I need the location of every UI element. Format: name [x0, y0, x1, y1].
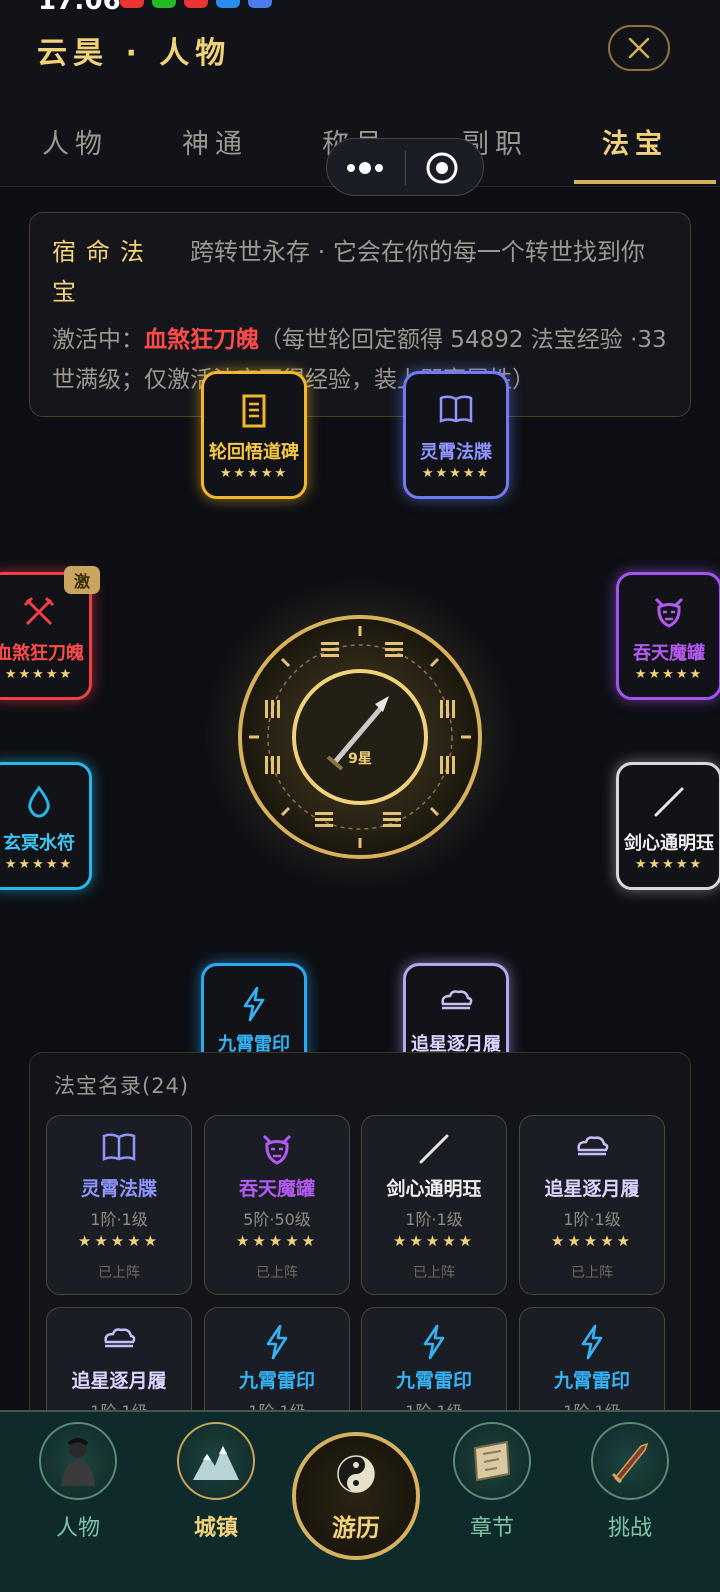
ring-card-name: 血煞狂刀魄 — [0, 643, 84, 664]
ring-card-stars: ★★★★★ — [634, 857, 704, 872]
catalog-item-name: 九霄雷印 — [553, 1370, 630, 1392]
nav-journey-label: 游历 — [332, 1514, 380, 1542]
ring-card-name: 玄冥水符 — [3, 833, 75, 854]
nav-label: 章节 — [469, 1516, 514, 1541]
fate-treasure-label: 宿命法宝 — [52, 238, 154, 306]
status-time: 17:06 — [38, 0, 121, 14]
ring-card-name: 灵霄法牒 — [420, 442, 492, 463]
catalog-item-stars: ★★★★★ — [235, 1232, 319, 1250]
ring-card-stars: ★★★★★ — [421, 466, 491, 481]
catalog-item[interactable]: 追星逐月履 1阶·1级 ★★★★★ 已上阵 — [519, 1115, 665, 1295]
ring-card-name: 轮回悟道碑 — [209, 442, 299, 463]
status-bar: 17:06 — [0, 0, 720, 14]
ring-card-name: 吞天魔罐 — [633, 643, 705, 664]
ring-card-name: 剑心通明珏 — [624, 833, 714, 854]
stele-icon — [242, 394, 266, 428]
catalog-item-name: 九霄雷印 — [395, 1370, 472, 1392]
catalog-item-name: 追星逐月履 — [544, 1178, 640, 1200]
town-mountain-icon — [193, 1446, 239, 1480]
ring-card-tuntian[interactable]: 吞天魔罐 ★★★★★ — [616, 572, 720, 700]
sword-line-icon — [419, 1134, 449, 1164]
active-tab-indicator — [574, 180, 716, 184]
catalog-item-name: 吞天魔罐 — [238, 1178, 315, 1200]
nav-character[interactable]: 人物 — [18, 1422, 138, 1542]
ring-card-stars: ★★★★★ — [4, 667, 74, 682]
ring-card-lingxiao[interactable]: 灵霄法牒 ★★★★★ — [403, 371, 509, 499]
ring-card-xuanming[interactable]: 玄冥水符 ★★★★★ — [0, 762, 92, 890]
book-icon — [439, 395, 473, 423]
nav-label: 挑战 — [607, 1516, 652, 1541]
page-title: 云昊 · 人物 — [37, 36, 232, 71]
catalog-item-level: 1阶·1级 — [90, 1210, 148, 1229]
catalog-item-name: 灵霄法牒 — [80, 1178, 157, 1200]
catalog-title: 法宝名录(24) — [54, 1074, 190, 1098]
ring-card-jianxin[interactable]: 剑心通明珏 ★★★★★ — [616, 762, 720, 890]
lightning-icon — [581, 1324, 603, 1360]
nav-challenge[interactable]: 挑战 — [570, 1422, 690, 1542]
tab-divine-arts[interactable]: 神通 — [182, 122, 248, 161]
close-button[interactable] — [608, 25, 670, 71]
catalog-item[interactable]: 吞天魔罐 5阶·50级 ★★★★★ 已上阵 — [204, 1115, 350, 1295]
blade-icon — [611, 1442, 649, 1484]
catalog-item-stars: ★★★★★ — [550, 1232, 634, 1250]
active-prefix: 激活中： — [52, 327, 144, 353]
ring-card-lunhui[interactable]: 轮回悟道碑 ★★★★★ — [201, 371, 307, 499]
lightning-icon — [266, 1324, 288, 1360]
fate-treasure-description: 跨转世永存 · 它会在你的每一个转世找到你 — [190, 238, 645, 266]
lightning-icon — [243, 986, 265, 1022]
catalog-item-name: 九霄雷印 — [238, 1370, 315, 1392]
catalog-item-level: 1阶·1级 — [405, 1210, 463, 1229]
cloud-icon — [441, 990, 473, 1010]
active-treasure-line: 激活中：血煞狂刀魄（每世轮回定额得 54892 法宝经验 ·33 世满级；仅激活… — [52, 320, 672, 400]
fate-orb[interactable] — [235, 612, 485, 862]
catalog-item-status: 已上阵 — [98, 1265, 140, 1281]
catalog-item-status: 已上阵 — [413, 1265, 455, 1281]
ring-card-stars: ★★★★★ — [219, 466, 289, 481]
cloud-icon — [577, 1136, 609, 1156]
demon-mask-icon — [262, 1134, 292, 1165]
nav-label: 城镇 — [193, 1516, 238, 1541]
nav-chapters[interactable]: 章节 — [432, 1422, 552, 1542]
water-drop-icon — [28, 785, 50, 818]
miniprogram-capsule — [326, 138, 484, 196]
nav-label: 人物 — [55, 1516, 100, 1541]
orb-star-label: 9星 — [348, 751, 372, 767]
ring-card-stars: ★★★★★ — [4, 857, 74, 872]
nav-town[interactable]: 城镇 — [156, 1422, 276, 1542]
sword-line-icon — [654, 787, 684, 817]
catalog-item-status: 已上阵 — [571, 1265, 613, 1281]
tab-character[interactable]: 人物 — [42, 122, 108, 161]
ring-card-stars: ★★★★★ — [634, 667, 704, 682]
catalog-item-name: 追星逐月履 — [71, 1370, 167, 1392]
crossed-swords-icon — [23, 596, 55, 626]
status-notification-icons — [120, 0, 272, 8]
lightning-icon — [423, 1324, 445, 1360]
active-badge: 激 — [64, 566, 100, 594]
catalog-item-level: 1阶·1级 — [563, 1210, 621, 1229]
catalog-item-stars: ★★★★★ — [77, 1232, 161, 1250]
catalog-item[interactable]: 剑心通明珏 1阶·1级 ★★★★★ 已上阵 — [361, 1115, 507, 1295]
more-options-icon[interactable] — [345, 157, 385, 179]
book-icon — [102, 1133, 136, 1161]
scroll-map-icon — [473, 1440, 511, 1482]
tab-treasures[interactable]: 法宝 — [602, 122, 668, 161]
catalog-item-name: 剑心通明珏 — [386, 1178, 482, 1200]
exit-miniprogram-icon[interactable] — [425, 151, 459, 185]
catalog-item-status: 已上阵 — [256, 1265, 298, 1281]
catalog-item[interactable]: 灵霄法牒 1阶·1级 ★★★★★ 已上阵 — [46, 1115, 192, 1295]
catalog-item-level: 5阶·50级 — [243, 1210, 311, 1229]
yin-yang-icon — [337, 1455, 375, 1493]
cloud-icon — [104, 1328, 136, 1348]
demon-mask-icon — [654, 597, 684, 628]
active-treasure-name: 血煞狂刀魄 — [144, 327, 259, 353]
close-icon — [628, 37, 650, 59]
catalog-item-stars: ★★★★★ — [392, 1232, 476, 1250]
character-avatar-icon — [61, 1438, 95, 1486]
